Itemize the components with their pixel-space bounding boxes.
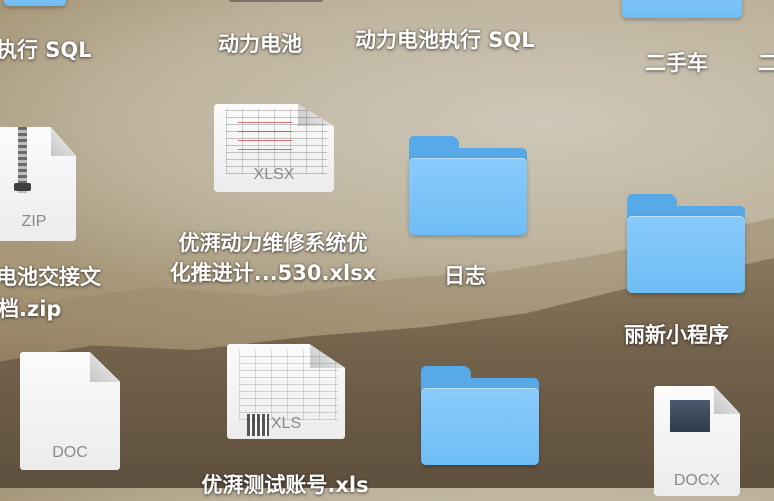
xlsx-file-label-line2[interactable]: 化推进计...530.xlsx: [160, 258, 386, 289]
folder-icon-rizhi[interactable]: [409, 136, 527, 235]
partial-icon-top-middle[interactable]: [228, 0, 324, 2]
doc-ext-label: DOC: [52, 444, 88, 461]
xls-file-label[interactable]: 优湃测试账号.xls: [180, 470, 390, 501]
folder-icon-top-left-partial[interactable]: [4, 0, 66, 6]
xlsx-ext-label: XLSX: [253, 166, 295, 183]
desktop-label-edge-right[interactable]: 二: [758, 48, 774, 79]
desktop-label-dongli[interactable]: 动力电池: [218, 29, 302, 60]
xlsx-file-icon[interactable]: XLSX: [214, 104, 334, 192]
desktop-label-sql[interactable]: 执行 SQL: [0, 35, 92, 66]
desktop-label-ershouche[interactable]: 二手车: [645, 48, 708, 79]
docx-file-icon[interactable]: DOCX: [654, 386, 740, 496]
xlsx-file-label-line1[interactable]: 优湃动力维修系统优: [160, 228, 386, 259]
folder-icon-lixin[interactable]: [627, 194, 745, 293]
zip-ext-label: ZIP: [21, 213, 47, 230]
zip-file-icon[interactable]: ZIP: [0, 127, 76, 241]
folder-icon-bottom-middle[interactable]: [421, 366, 539, 465]
desktop-label-rizhi[interactable]: 日志: [444, 261, 486, 292]
xls-file-icon[interactable]: XLS: [227, 344, 345, 439]
xls-ext-label: XLS: [270, 415, 302, 432]
zip-file-label-line2[interactable]: 档.zip: [0, 294, 61, 325]
docx-ext-label: DOCX: [673, 472, 721, 489]
desktop-label-lixin[interactable]: 丽新小程序: [624, 320, 729, 351]
folder-icon-top-right-partial[interactable]: [622, 0, 742, 18]
docx-thumbnail: [670, 400, 710, 432]
desktop-label-dongli-sql[interactable]: 动力电池执行 SQL: [355, 25, 535, 56]
doc-file-icon[interactable]: DOC: [20, 352, 120, 470]
zip-file-label-line1[interactable]: 电池交接文: [0, 262, 101, 293]
